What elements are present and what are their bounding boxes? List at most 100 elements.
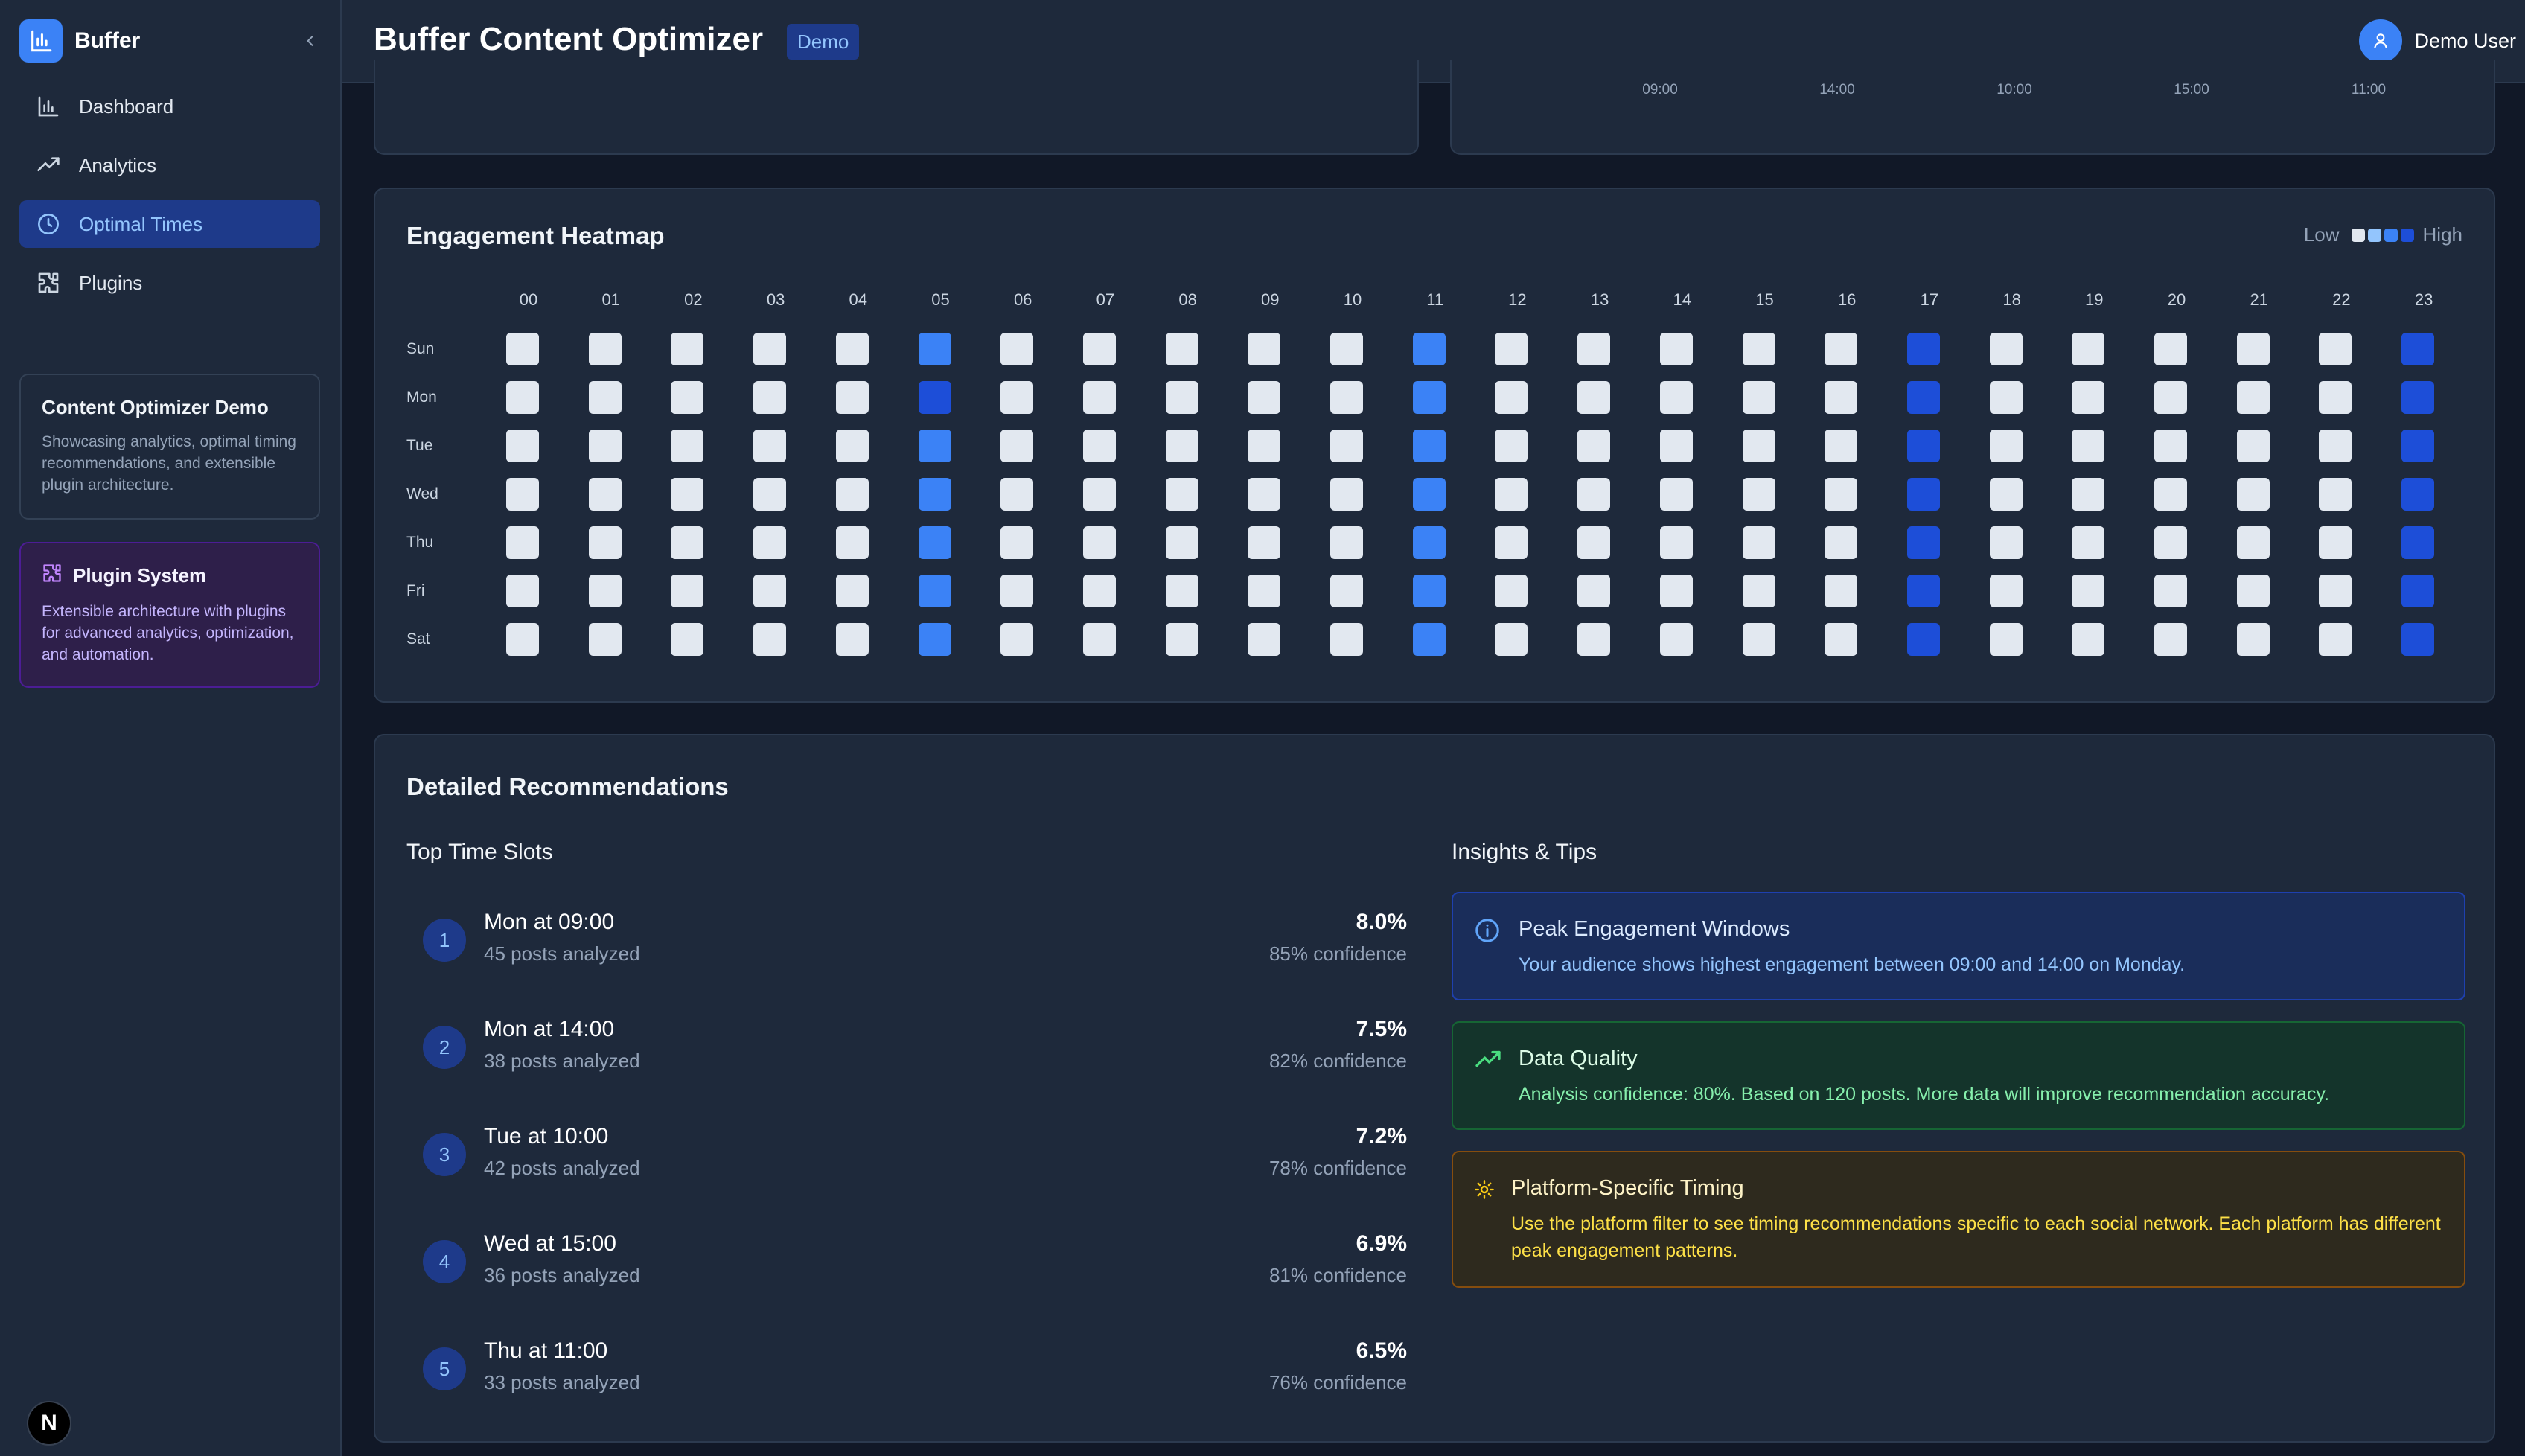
heatmap-cell[interactable]	[835, 430, 869, 462]
heatmap-cell[interactable]	[1165, 623, 1198, 656]
heatmap-cell[interactable]	[2236, 575, 2270, 607]
heatmap-cell[interactable]	[1082, 575, 1116, 607]
time-slot-row[interactable]: 3 Tue at 10:00 42 posts analyzed 7.2% 78…	[417, 1118, 1407, 1192]
heatmap-cell[interactable]	[1495, 478, 1528, 511]
heatmap-cell[interactable]	[1082, 333, 1116, 365]
heatmap-cell[interactable]	[1495, 381, 1528, 414]
heatmap-cell[interactable]	[1330, 478, 1363, 511]
heatmap-cell[interactable]	[1330, 381, 1363, 414]
heatmap-cell[interactable]	[1495, 333, 1528, 365]
heatmap-cell[interactable]	[2154, 430, 2187, 462]
heatmap-cell[interactable]	[1577, 623, 1611, 656]
heatmap-cell[interactable]	[1825, 381, 1858, 414]
heatmap-cell[interactable]	[1659, 381, 1693, 414]
heatmap-cell[interactable]	[1000, 526, 1034, 559]
user-menu[interactable]: Demo User	[2359, 19, 2516, 63]
heatmap-cell[interactable]	[1742, 623, 1775, 656]
time-slot-row[interactable]: 1 Mon at 09:00 45 posts analyzed 8.0% 85…	[417, 904, 1407, 978]
heatmap-cell[interactable]	[1495, 430, 1528, 462]
heatmap-cell[interactable]	[1165, 575, 1198, 607]
heatmap-cell[interactable]	[2401, 430, 2435, 462]
heatmap-cell[interactable]	[1082, 478, 1116, 511]
heatmap-cell[interactable]	[1495, 623, 1528, 656]
heatmap-cell[interactable]	[918, 623, 951, 656]
heatmap-cell[interactable]	[2154, 526, 2187, 559]
heatmap-cell[interactable]	[588, 381, 622, 414]
heatmap-cell[interactable]	[588, 430, 622, 462]
heatmap-cell[interactable]	[1825, 575, 1858, 607]
heatmap-cell[interactable]	[2401, 381, 2435, 414]
heatmap-cell[interactable]	[1248, 478, 1281, 511]
heatmap-cell[interactable]	[1742, 381, 1775, 414]
heatmap-cell[interactable]	[1165, 430, 1198, 462]
heatmap-cell[interactable]	[1906, 478, 1940, 511]
heatmap-cell[interactable]	[1659, 575, 1693, 607]
heatmap-cell[interactable]	[753, 575, 787, 607]
heatmap-cell[interactable]	[1577, 430, 1611, 462]
sidebar-item-analytics[interactable]: Analytics	[19, 141, 320, 189]
heatmap-cell[interactable]	[1906, 381, 1940, 414]
sidebar-item-dashboard[interactable]: Dashboard	[19, 83, 320, 130]
brand-row[interactable]: Buffer	[19, 19, 322, 63]
heatmap-cell[interactable]	[1906, 333, 1940, 365]
heatmap-cell[interactable]	[588, 526, 622, 559]
heatmap-cell[interactable]	[2319, 623, 2352, 656]
heatmap-cell[interactable]	[1989, 478, 2023, 511]
heatmap-cell[interactable]	[1248, 333, 1281, 365]
heatmap-cell[interactable]	[2236, 381, 2270, 414]
heatmap-cell[interactable]	[1165, 381, 1198, 414]
heatmap-cell[interactable]	[2154, 575, 2187, 607]
heatmap-cell[interactable]	[1495, 526, 1528, 559]
heatmap-cell[interactable]	[506, 430, 539, 462]
next-logo-badge[interactable]: N	[27, 1401, 71, 1446]
heatmap-cell[interactable]	[1742, 526, 1775, 559]
heatmap-cell[interactable]	[1412, 526, 1446, 559]
heatmap-cell[interactable]	[588, 333, 622, 365]
heatmap-cell[interactable]	[1330, 623, 1363, 656]
heatmap-cell[interactable]	[1248, 430, 1281, 462]
heatmap-cell[interactable]	[918, 478, 951, 511]
heatmap-cell[interactable]	[1577, 333, 1611, 365]
heatmap-cell[interactable]	[2401, 575, 2435, 607]
heatmap-cell[interactable]	[2236, 333, 2270, 365]
heatmap-cell[interactable]	[1906, 623, 1940, 656]
heatmap-cell[interactable]	[1330, 575, 1363, 607]
heatmap-cell[interactable]	[835, 526, 869, 559]
heatmap-cell[interactable]	[753, 430, 787, 462]
heatmap-cell[interactable]	[2319, 526, 2352, 559]
heatmap-cell[interactable]	[1659, 623, 1693, 656]
heatmap-cell[interactable]	[918, 526, 951, 559]
heatmap-cell[interactable]	[1989, 526, 2023, 559]
heatmap-cell[interactable]	[1989, 623, 2023, 656]
heatmap-cell[interactable]	[1742, 333, 1775, 365]
heatmap-cell[interactable]	[1659, 430, 1693, 462]
heatmap-cell[interactable]	[671, 333, 704, 365]
heatmap-cell[interactable]	[2319, 381, 2352, 414]
heatmap-cell[interactable]	[1577, 526, 1611, 559]
heatmap-cell[interactable]	[588, 623, 622, 656]
heatmap-cell[interactable]	[1989, 333, 2023, 365]
heatmap-cell[interactable]	[1330, 526, 1363, 559]
heatmap-cell[interactable]	[1742, 575, 1775, 607]
heatmap-cell[interactable]	[506, 526, 539, 559]
heatmap-cell[interactable]	[2236, 623, 2270, 656]
heatmap-cell[interactable]	[2072, 430, 2105, 462]
heatmap-cell[interactable]	[1906, 526, 1940, 559]
time-slot-row[interactable]: 4 Wed at 15:00 36 posts analyzed 6.9% 81…	[417, 1225, 1407, 1300]
heatmap-cell[interactable]	[753, 623, 787, 656]
heatmap-cell[interactable]	[753, 526, 787, 559]
heatmap-cell[interactable]	[2319, 575, 2352, 607]
heatmap-cell[interactable]	[1248, 623, 1281, 656]
heatmap-cell[interactable]	[506, 575, 539, 607]
heatmap-cell[interactable]	[671, 478, 704, 511]
heatmap-cell[interactable]	[1989, 381, 2023, 414]
heatmap-cell[interactable]	[918, 575, 951, 607]
heatmap-cell[interactable]	[2319, 333, 2352, 365]
heatmap-cell[interactable]	[588, 478, 622, 511]
heatmap-cell[interactable]	[753, 333, 787, 365]
heatmap-cell[interactable]	[506, 333, 539, 365]
heatmap-cell[interactable]	[1165, 526, 1198, 559]
heatmap-cell[interactable]	[835, 478, 869, 511]
heatmap-cell[interactable]	[1825, 333, 1858, 365]
heatmap-cell[interactable]	[2154, 478, 2187, 511]
